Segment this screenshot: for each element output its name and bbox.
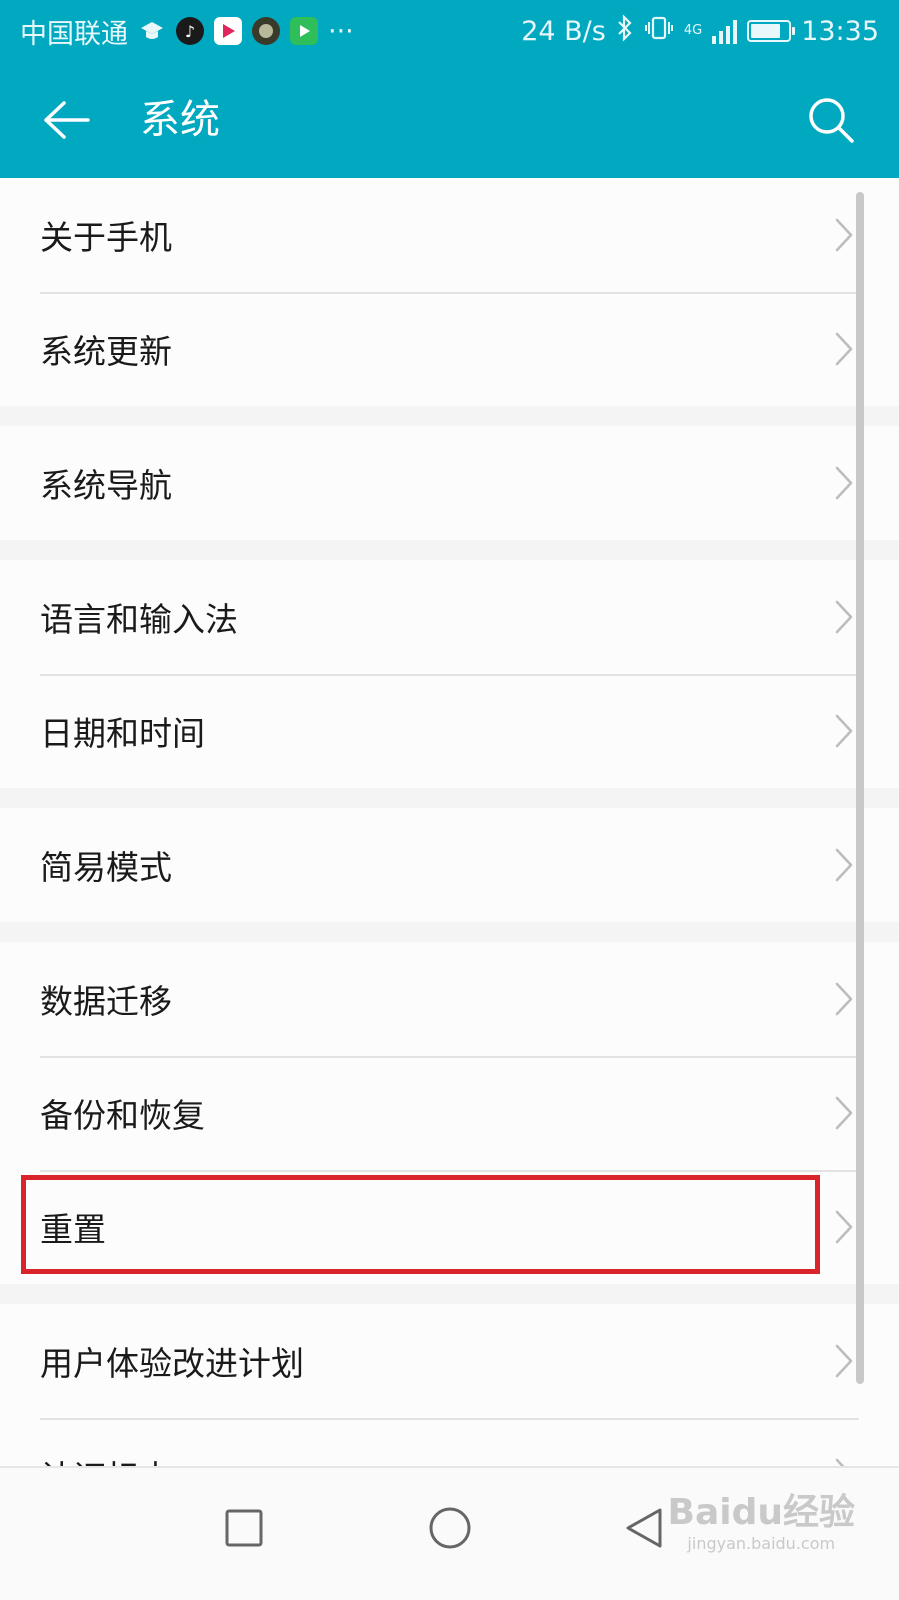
video-app-icon [214,17,242,45]
settings-item-label: 用户体验改进计划 [40,1344,304,1383]
settings-item-label: 关于手机 [40,218,172,257]
settings-item[interactable]: 重置 [0,1170,899,1284]
settings-item[interactable]: 备份和恢复 [0,1056,899,1170]
page-title: 系统 [140,97,220,143]
chevron-right-icon [835,714,853,748]
signal-icon [712,18,738,44]
settings-item-label: 日期和时间 [40,714,205,753]
more-notifications-icon: ··· [328,15,354,47]
navigation-bar: Baidu经验 jingyan.baidu.com [0,1466,899,1600]
settings-item[interactable]: 系统更新 [0,292,899,406]
chevron-right-icon [835,332,853,366]
status-right: 24 B/s 4G 13:35 [521,13,879,49]
chevron-right-icon [835,600,853,634]
settings-item[interactable]: 语言和输入法 [0,560,899,674]
back-arrow-icon [44,101,90,139]
battery-icon [747,20,796,42]
settings-item[interactable]: 日期和时间 [0,674,899,788]
settings-group: 语言和输入法 日期和时间 [0,560,899,788]
elephant-app-icon [252,17,280,45]
graduation-cap-icon [138,17,166,45]
scrollbar[interactable] [856,192,864,1384]
chevron-right-icon [835,1096,853,1130]
settings-list: 关于手机系统更新系统导航语言和输入法 日期和时间简易模式数据迁移备份和恢复重置用户… [0,178,899,1552]
triangle-back-icon [626,1508,662,1548]
baidu-watermark: Baidu经验 jingyan.baidu.com [668,1492,855,1554]
settings-item[interactable]: 简易模式 [0,808,899,922]
chevron-right-icon [835,218,853,252]
settings-group: 关于手机 系统更新 [0,178,899,406]
chevron-right-icon [835,848,853,882]
back-button[interactable] [40,94,92,146]
settings-item[interactable]: 关于手机 [0,178,899,292]
settings-item-label: 语言和输入法 [40,600,238,639]
watermark-logo: Baidu经验 [667,1492,855,1533]
circle-icon [429,1507,471,1549]
settings-group: 系统导航 [0,426,899,540]
settings-group: 数据迁移备份和恢复重置 [0,942,899,1284]
settings-item-label: 重置 [40,1210,106,1249]
highlight-box [21,1175,820,1274]
chevron-right-icon [835,1210,853,1244]
chevron-right-icon [835,466,853,500]
clock: 13:35 [801,15,879,47]
settings-item[interactable]: 系统导航 [0,426,899,540]
network-speed: 24 B/s [521,15,606,47]
settings-item-label: 系统导航 [40,466,172,505]
network-type: 4G [683,23,703,38]
vibrate-icon [644,14,674,49]
status-bar: 中国联通 ♪ ··· 24 B/s 4G 13:35 [0,0,899,62]
settings-item[interactable]: 用户体验改进计划 [0,1304,899,1418]
settings-item-label: 数据迁移 [40,982,172,1021]
carrier-label: 中国联通 [20,18,128,50]
home-button[interactable] [418,1496,482,1560]
bluetooth-icon [616,13,634,49]
status-left: 中国联通 ♪ ··· [20,12,354,51]
chevron-right-icon [835,1344,853,1378]
settings-item-label: 系统更新 [40,332,172,371]
tiktok-icon: ♪ [176,17,204,45]
play-app-icon [290,17,318,45]
settings-item[interactable]: 数据迁移 [0,942,899,1056]
search-icon [809,98,854,143]
system-settings-screen: 中国联通 ♪ ··· 24 B/s 4G 13:35 系统 关于手机 系统更新 … [0,0,899,1600]
nav-back-button[interactable] [612,1496,676,1560]
battery-level [751,24,780,38]
toolbar: 系统 [0,62,899,178]
recents-button[interactable] [212,1496,276,1560]
chevron-right-icon [835,982,853,1016]
search-button[interactable] [803,92,859,148]
watermark-url: jingyan.baidu.com [687,1534,836,1553]
settings-group: 简易模式 [0,808,899,922]
settings-item-label: 简易模式 [40,848,172,887]
square-icon [225,1509,263,1547]
settings-item-label: 备份和恢复 [40,1096,205,1135]
